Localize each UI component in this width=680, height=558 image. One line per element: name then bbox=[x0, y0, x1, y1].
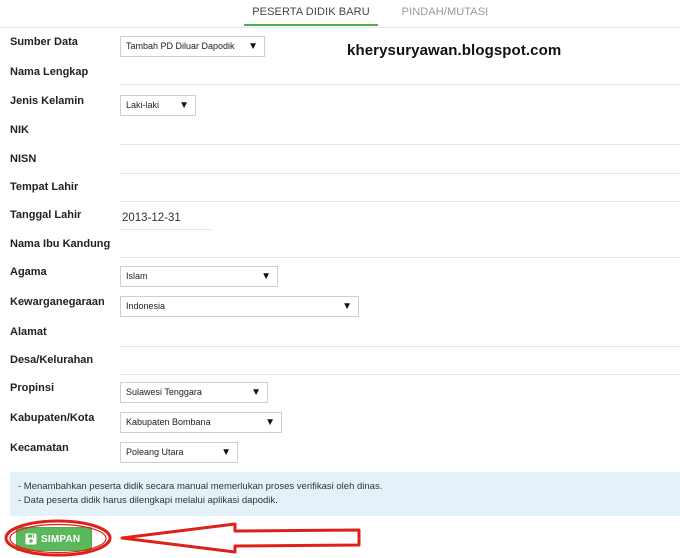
label-desa-kelurahan: Desa/Kelurahan bbox=[10, 354, 94, 366]
tempat-lahir-input[interactable] bbox=[120, 201, 680, 202]
label-tanggal-lahir: Tanggal Lahir bbox=[10, 209, 82, 221]
nama-lengkap-input[interactable] bbox=[120, 84, 680, 85]
label-sumber-data: Sumber Data bbox=[10, 36, 78, 48]
propinsi-value: Sulawesi Tenggara bbox=[126, 387, 202, 397]
caret-down-icon: ▼ bbox=[261, 271, 271, 282]
label-kewarganegaraan: Kewarganegaraan bbox=[10, 296, 105, 308]
kecamatan-value: Poleang Utara bbox=[126, 447, 184, 457]
info-alert: - Menambahkan peserta didik secara manua… bbox=[10, 472, 680, 516]
label-alamat: Alamat bbox=[10, 326, 47, 338]
kewarganegaraan-select[interactable]: Indonesia ▼ bbox=[120, 296, 359, 317]
jenis-kelamin-value: Laki-laki bbox=[126, 100, 160, 110]
jenis-kelamin-select[interactable]: Laki-laki ▼ bbox=[120, 95, 196, 116]
label-nama-lengkap: Nama Lengkap bbox=[10, 66, 89, 78]
annotation-overlay bbox=[4, 519, 361, 557]
label-nik: NIK bbox=[10, 124, 29, 136]
floppy-disk-icon bbox=[25, 533, 37, 545]
caret-down-icon: ▼ bbox=[265, 417, 275, 428]
info-line-2: - Data peserta didik harus dilengkapi me… bbox=[18, 495, 278, 506]
kabupaten-kota-value: Kabupaten Bombana bbox=[126, 417, 211, 427]
sumber-data-select[interactable]: Tambah PD Diluar Dapodik ▼ bbox=[120, 36, 265, 57]
nama-ibu-kandung-input[interactable] bbox=[120, 257, 680, 258]
label-kecamatan: Kecamatan bbox=[10, 442, 69, 454]
nik-input[interactable] bbox=[120, 144, 680, 145]
kecamatan-select[interactable]: Poleang Utara ▼ bbox=[120, 442, 238, 463]
desa-kelurahan-input[interactable] bbox=[120, 374, 680, 375]
label-nama-ibu-kandung: Nama Ibu Kandung bbox=[10, 238, 111, 250]
kabupaten-kota-select[interactable]: Kabupaten Bombana ▼ bbox=[120, 412, 282, 433]
watermark-text: kherysuryawan.blogspot.com bbox=[347, 42, 562, 59]
sumber-data-value: Tambah PD Diluar Dapodik bbox=[126, 41, 235, 51]
caret-down-icon: ▼ bbox=[251, 387, 261, 398]
label-tempat-lahir: Tempat Lahir bbox=[10, 181, 79, 193]
alamat-input[interactable] bbox=[120, 346, 680, 347]
tanggal-lahir-input[interactable]: 2013-12-31 bbox=[122, 212, 181, 224]
label-nisn: NISN bbox=[10, 153, 37, 165]
caret-down-icon: ▼ bbox=[179, 100, 189, 111]
label-propinsi: Propinsi bbox=[10, 382, 55, 394]
tab-bar: PESERTA DIDIK BARU PINDAH/MUTASI bbox=[0, 0, 680, 28]
label-agama: Agama bbox=[10, 266, 47, 278]
tab-peserta-didik-baru[interactable]: PESERTA DIDIK BARU bbox=[244, 0, 378, 26]
save-button-label: SIMPAN bbox=[41, 533, 81, 545]
agama-select[interactable]: Islam ▼ bbox=[120, 266, 278, 287]
kewarganegaraan-value: Indonesia bbox=[126, 301, 166, 311]
caret-down-icon: ▼ bbox=[342, 301, 352, 312]
label-jenis-kelamin: Jenis Kelamin bbox=[10, 95, 84, 107]
annotation-arrow bbox=[120, 522, 361, 554]
caret-down-icon: ▼ bbox=[221, 447, 231, 458]
label-kabupaten-kota: Kabupaten/Kota bbox=[10, 412, 95, 424]
agama-value: Islam bbox=[126, 271, 148, 281]
caret-down-icon: ▼ bbox=[248, 41, 258, 52]
tanggal-lahir-underline bbox=[120, 229, 212, 230]
info-line-1: - Menambahkan peserta didik secara manua… bbox=[18, 481, 383, 492]
save-button[interactable]: SIMPAN bbox=[16, 527, 92, 551]
tab-pindah-mutasi[interactable]: PINDAH/MUTASI bbox=[380, 0, 510, 26]
propinsi-select[interactable]: Sulawesi Tenggara ▼ bbox=[120, 382, 268, 403]
nisn-input[interactable] bbox=[120, 173, 680, 174]
tab-divider bbox=[0, 27, 680, 28]
